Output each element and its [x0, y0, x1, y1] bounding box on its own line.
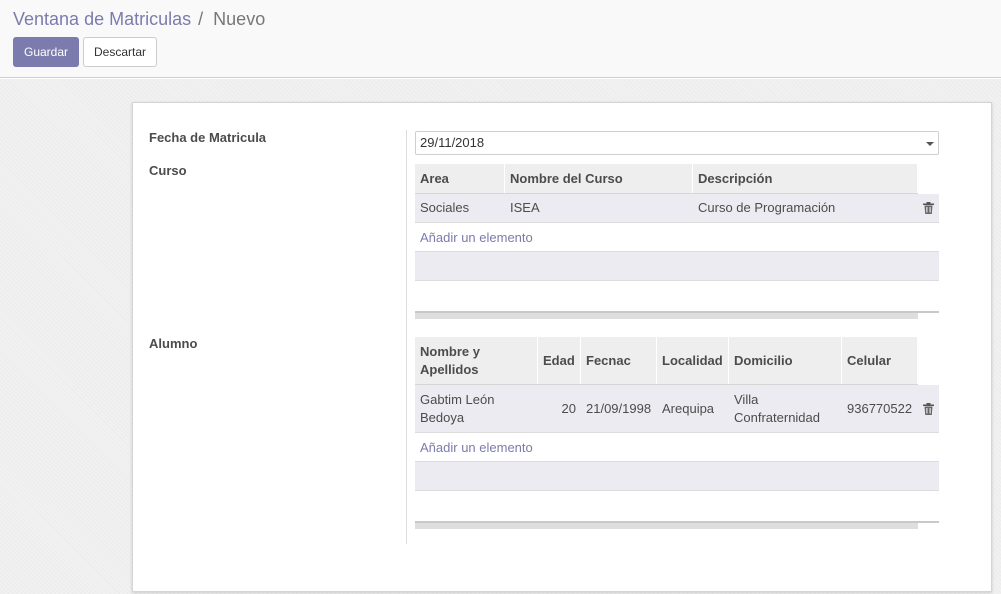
- breadcrumb: Ventana de Matriculas / Nuevo: [13, 9, 265, 30]
- empty-row: [415, 252, 939, 281]
- cell-fecnac: 21/09/1998: [586, 400, 652, 416]
- cell-nombre-curso: ISEA: [510, 200, 540, 215]
- alumno-table-header: Nombre y Apellidos Edad Fecnac Localidad…: [415, 337, 918, 385]
- curso-add-element-link[interactable]: Añadir un elemento: [420, 230, 533, 245]
- horizontal-scrollbar[interactable]: [415, 311, 939, 319]
- empty-row: [415, 462, 939, 491]
- form-content-area: Fecha de Matricula Curso Alumno 29/11/20…: [0, 79, 1001, 594]
- fecha-matricula-value: 29/11/2018: [420, 135, 485, 150]
- cell-domicilio: Villa Confraternidad: [734, 391, 820, 425]
- breadcrumb-current: Nuevo: [213, 9, 266, 29]
- column-header-nombre-curso[interactable]: Nombre del Curso: [505, 164, 693, 193]
- cell-localidad: Arequipa: [662, 400, 715, 416]
- fecha-matricula-label: Fecha de Matricula: [149, 130, 267, 145]
- scrollbar-thumb[interactable]: [415, 313, 918, 319]
- cell-area: Sociales: [420, 200, 470, 215]
- column-header-celular[interactable]: Celular: [842, 337, 918, 384]
- column-header-edad[interactable]: Edad: [538, 337, 581, 384]
- breadcrumb-separator: /: [198, 9, 204, 29]
- cell-descripcion: Curso de Programación: [698, 200, 836, 215]
- alumno-add-line: Añadir un elemento: [415, 433, 939, 462]
- curso-add-line: Añadir un elemento: [415, 223, 939, 252]
- curso-table-header: Area Nombre del Curso Descripción: [415, 164, 918, 194]
- field-separator: [406, 130, 407, 544]
- alumno-add-element-link[interactable]: Añadir un elemento: [420, 440, 533, 455]
- column-header-domicilio[interactable]: Domicilio: [729, 337, 842, 384]
- save-button[interactable]: Guardar: [13, 37, 79, 67]
- cell-nombre: Gabtim León Bedoya: [420, 391, 495, 425]
- form-sheet: Fecha de Matricula Curso Alumno 29/11/20…: [132, 102, 992, 592]
- fecha-matricula-input[interactable]: 29/11/2018: [415, 131, 939, 155]
- cell-edad: 20: [561, 400, 576, 416]
- alumno-label: Alumno: [149, 336, 198, 351]
- column-header-fecnac[interactable]: Fecnac: [581, 337, 657, 384]
- table-row[interactable]: Sociales ISEA Curso de Programación: [415, 194, 939, 223]
- column-header-nombre[interactable]: Nombre y Apellidos: [415, 337, 538, 384]
- discard-button[interactable]: Descartar: [83, 37, 157, 67]
- column-header-localidad[interactable]: Localidad: [657, 337, 729, 384]
- column-header-descripcion[interactable]: Descripción: [693, 164, 918, 193]
- column-header-area[interactable]: Area: [415, 164, 505, 193]
- curso-label: Curso: [149, 163, 187, 178]
- breadcrumb-parent-link[interactable]: Ventana de Matriculas: [13, 9, 191, 29]
- control-panel: Ventana de Matriculas / Nuevo Guardar De…: [0, 0, 1001, 78]
- horizontal-scrollbar[interactable]: [415, 521, 939, 529]
- trash-icon[interactable]: [917, 385, 939, 432]
- trash-icon[interactable]: [917, 194, 939, 222]
- scrollbar-thumb[interactable]: [415, 523, 918, 529]
- cell-celular: 936770522: [847, 400, 913, 416]
- table-row[interactable]: Gabtim León Bedoya 20 21/09/1998 Arequip…: [415, 385, 939, 433]
- caret-down-icon[interactable]: [926, 142, 934, 146]
